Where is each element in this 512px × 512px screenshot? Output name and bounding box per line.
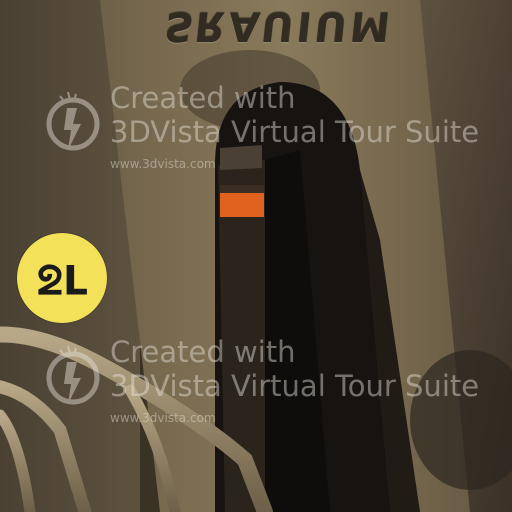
hotspot-label: ᒣᘔ bbox=[36, 255, 88, 301]
engraved-sign-text: MUIUAЯƧ bbox=[157, 3, 393, 49]
panorama-viewport[interactable]: MUIUAЯƧ ᒣᘔ Created with 3DVista Virtual … bbox=[0, 0, 512, 512]
orange-light-strip bbox=[220, 193, 264, 217]
tour-hotspot[interactable]: ᒣᘔ bbox=[17, 233, 107, 323]
